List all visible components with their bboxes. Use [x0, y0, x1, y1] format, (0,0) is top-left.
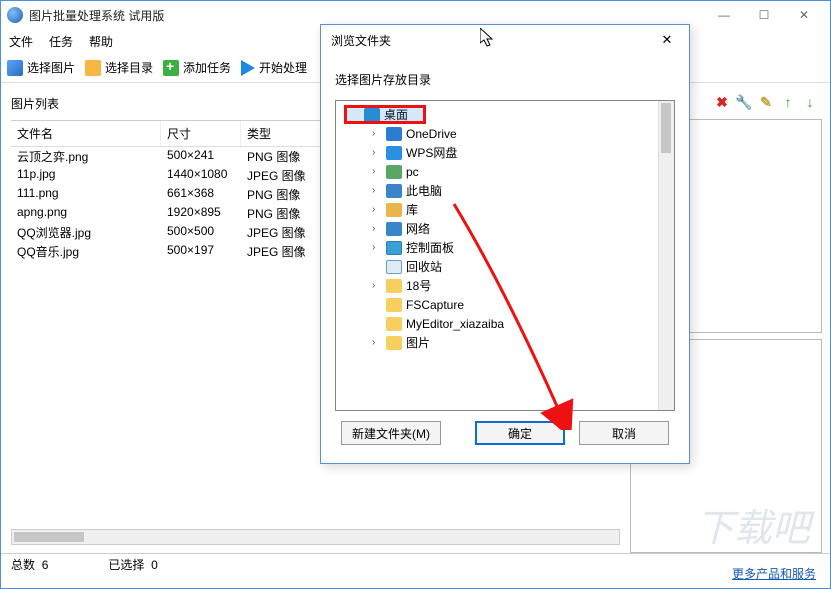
delete-icon[interactable]: ✖	[714, 94, 730, 110]
tree-item[interactable]: 回收站	[336, 257, 674, 276]
cancel-button[interactable]: 取消	[579, 421, 669, 445]
tree-scrollbar[interactable]	[658, 101, 674, 410]
tree-item[interactable]: ›pc	[336, 162, 674, 181]
dialog-close-button[interactable]: ✕	[655, 28, 679, 52]
tree-item[interactable]: FSCapture	[336, 295, 674, 314]
pc-icon	[386, 184, 402, 198]
browse-folder-dialog: 浏览文件夹 ✕ 选择图片存放目录 桌面›OneDrive›WPS网盘›pc›此电…	[320, 24, 690, 464]
tree-item[interactable]: ›WPS网盘	[336, 143, 674, 162]
menu-file[interactable]: 文件	[9, 33, 33, 50]
maximize-button[interactable]: ☐	[744, 1, 784, 29]
footer-link[interactable]: 更多产品和服务	[732, 565, 816, 582]
scroll-thumb[interactable]	[14, 532, 84, 542]
tree-item[interactable]: ›此电脑	[336, 181, 674, 200]
play-icon	[241, 60, 255, 76]
fold-icon	[386, 336, 402, 350]
dialog-title: 浏览文件夹	[331, 32, 655, 49]
col-name[interactable]: 文件名	[11, 121, 161, 146]
image-icon	[7, 60, 23, 76]
tree-item[interactable]: ›18号	[336, 276, 674, 295]
folder-icon	[85, 60, 101, 76]
app-icon	[7, 7, 23, 23]
tool-select-image[interactable]: 选择图片	[7, 59, 75, 76]
folder-tree[interactable]: 桌面›OneDrive›WPS网盘›pc›此电脑›库›网络›控制面板回收站›18…	[335, 100, 675, 411]
tree-item[interactable]: ›图片	[336, 333, 674, 352]
cloud-icon	[386, 127, 402, 141]
net-icon	[386, 222, 402, 236]
fold-icon	[386, 317, 402, 331]
lib-icon	[386, 203, 402, 217]
tree-scroll-thumb[interactable]	[661, 103, 671, 153]
tree-item[interactable]: MyEditor_xiazaiba	[336, 314, 674, 333]
brush-icon[interactable]: ✎	[758, 94, 774, 110]
recycle-icon	[386, 260, 402, 274]
tool-select-dir[interactable]: 选择目录	[85, 59, 153, 76]
dialog-titlebar: 浏览文件夹 ✕	[321, 25, 689, 55]
user-icon	[386, 165, 402, 179]
cp-icon	[386, 241, 402, 255]
tree-item[interactable]: 桌面	[336, 105, 674, 124]
desktop-icon	[364, 108, 380, 122]
tool-start[interactable]: 开始处理	[241, 59, 307, 76]
minimize-button[interactable]: —	[704, 1, 744, 29]
statusbar: 总数 6 已选择 0	[1, 553, 830, 575]
tool-add-task[interactable]: 添加任务	[163, 59, 231, 76]
new-folder-button[interactable]: 新建文件夹(M)	[341, 421, 441, 445]
ok-button[interactable]: 确定	[475, 421, 565, 445]
fold-icon	[386, 279, 402, 293]
arrow-up-icon[interactable]: ↑	[780, 94, 796, 110]
tree-item[interactable]: ›OneDrive	[336, 124, 674, 143]
plus-icon	[163, 60, 179, 76]
h-scrollbar[interactable]	[11, 529, 620, 545]
close-button[interactable]: ✕	[784, 1, 824, 29]
fold-icon	[386, 298, 402, 312]
tree-item[interactable]: ›控制面板	[336, 238, 674, 257]
col-size[interactable]: 尺寸	[161, 121, 241, 146]
wps-icon	[386, 146, 402, 160]
window-title: 图片批量处理系统 试用版	[29, 7, 704, 24]
menu-help[interactable]: 帮助	[89, 33, 113, 50]
menu-task[interactable]: 任务	[49, 33, 73, 50]
wrench-icon[interactable]: 🔧	[736, 94, 752, 110]
arrow-down-icon[interactable]: ↓	[802, 94, 818, 110]
tree-item[interactable]: ›网络	[336, 219, 674, 238]
col-type[interactable]: 类型	[241, 121, 321, 146]
tree-item[interactable]: ›库	[336, 200, 674, 219]
dialog-label: 选择图片存放目录	[335, 71, 675, 88]
